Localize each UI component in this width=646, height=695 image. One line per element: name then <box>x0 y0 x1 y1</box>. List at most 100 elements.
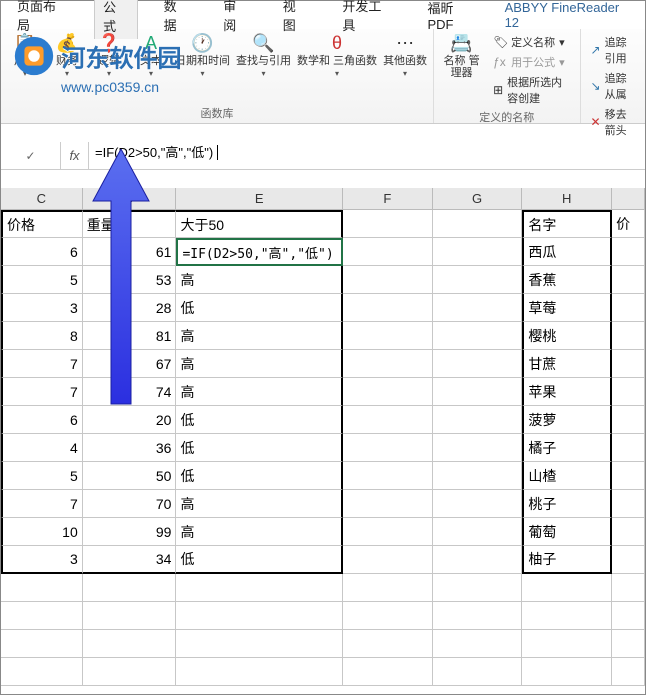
cell[interactable] <box>612 294 645 322</box>
cell[interactable]: 低 <box>176 462 342 490</box>
cell[interactable] <box>433 210 523 238</box>
cell[interactable]: 74 <box>83 378 177 406</box>
btn-name-manager[interactable]: 📇名称 管理器 <box>440 33 483 79</box>
cell[interactable]: 大于50 <box>176 210 342 238</box>
cell[interactable] <box>343 350 433 378</box>
cell[interactable] <box>612 546 645 574</box>
btn-math[interactable]: θ数学和 三角函数▾ <box>297 33 377 78</box>
cell[interactable] <box>343 406 433 434</box>
cell[interactable] <box>522 574 612 602</box>
cell[interactable] <box>83 630 177 658</box>
cell[interactable] <box>343 238 433 266</box>
cell[interactable]: 6 <box>1 406 83 434</box>
cell[interactable]: 67 <box>83 350 177 378</box>
cell[interactable] <box>612 630 645 658</box>
cell[interactable]: 36 <box>83 434 177 462</box>
cell[interactable]: 樱桃 <box>522 322 612 350</box>
cell[interactable]: 50 <box>83 462 177 490</box>
cell[interactable] <box>433 630 523 658</box>
cell[interactable] <box>343 518 433 546</box>
cell[interactable]: 5 <box>1 462 83 490</box>
cell[interactable] <box>1 658 83 686</box>
cell[interactable]: 西瓜 <box>522 238 612 266</box>
col-header-C[interactable]: C <box>1 188 83 210</box>
cell[interactable]: 高 <box>176 518 342 546</box>
cell[interactable] <box>343 210 433 238</box>
cell[interactable] <box>612 602 645 630</box>
cell[interactable] <box>522 630 612 658</box>
cell[interactable] <box>176 658 342 686</box>
cell[interactable] <box>433 238 523 266</box>
cell-editing[interactable]: =IF(D2>50,"高","低") <box>176 238 342 266</box>
cell[interactable]: 价 <box>612 210 645 238</box>
cell[interactable] <box>612 406 645 434</box>
cell[interactable]: 名字 <box>522 210 612 238</box>
cell[interactable] <box>343 322 433 350</box>
cell[interactable] <box>612 518 645 546</box>
col-header-G[interactable]: G <box>433 188 523 210</box>
cell[interactable]: 重量 <box>83 210 177 238</box>
cell[interactable]: 低 <box>176 294 342 322</box>
spreadsheet-grid[interactable]: C D E F G H 价格重量大于50名字价661=IF(D2>50,"高",… <box>1 188 645 686</box>
cell[interactable] <box>176 630 342 658</box>
cell[interactable]: 6 <box>1 238 83 266</box>
cell[interactable] <box>1 630 83 658</box>
cell[interactable] <box>83 658 177 686</box>
btn-remove-arrows[interactable]: ✕移去箭头 <box>587 105 639 139</box>
cell[interactable]: 高 <box>176 490 342 518</box>
cell[interactable] <box>83 602 177 630</box>
btn-text[interactable]: A文本▾ <box>133 33 169 78</box>
cell[interactable] <box>612 322 645 350</box>
cell[interactable]: 香蕉 <box>522 266 612 294</box>
col-header-E[interactable]: E <box>176 188 342 210</box>
cell[interactable]: 桃子 <box>522 490 612 518</box>
cell[interactable] <box>612 658 645 686</box>
cell[interactable] <box>433 574 523 602</box>
cell[interactable] <box>612 434 645 462</box>
cell[interactable] <box>433 378 523 406</box>
btn-financial[interactable]: 💰财务▾ <box>49 33 85 78</box>
cell[interactable]: 20 <box>83 406 177 434</box>
cell[interactable] <box>1 602 83 630</box>
btn-use-in-formula[interactable]: ƒx用于公式 ▾ <box>489 53 573 71</box>
cell[interactable] <box>433 658 523 686</box>
cell[interactable] <box>612 462 645 490</box>
cell[interactable]: 高 <box>176 378 342 406</box>
cell[interactable]: 价格 <box>1 210 83 238</box>
cell[interactable]: 81 <box>83 322 177 350</box>
cell[interactable]: 34 <box>83 546 177 574</box>
cell[interactable]: 葡萄 <box>522 518 612 546</box>
cell[interactable] <box>522 602 612 630</box>
cell[interactable]: 山楂 <box>522 462 612 490</box>
cell[interactable] <box>343 574 433 602</box>
cell[interactable] <box>522 658 612 686</box>
btn-recently-used[interactable]: 📋用的▾ <box>7 33 43 78</box>
cell[interactable] <box>343 658 433 686</box>
cell[interactable]: 高 <box>176 266 342 294</box>
cell[interactable]: 柚子 <box>522 546 612 574</box>
cell[interactable]: 3 <box>1 546 83 574</box>
cell[interactable]: 28 <box>83 294 177 322</box>
cell[interactable] <box>612 350 645 378</box>
cell[interactable]: 7 <box>1 378 83 406</box>
cell[interactable] <box>433 322 523 350</box>
cell[interactable] <box>433 518 523 546</box>
cell[interactable]: 低 <box>176 546 342 574</box>
cell[interactable] <box>83 574 177 602</box>
cell[interactable]: 10 <box>1 518 83 546</box>
cell[interactable] <box>343 462 433 490</box>
formula-input[interactable]: =IF(D2>50,"高","低") <box>89 142 645 169</box>
cell[interactable]: 70 <box>83 490 177 518</box>
cell[interactable]: 8 <box>1 322 83 350</box>
cell[interactable] <box>343 378 433 406</box>
btn-morefuncs[interactable]: ⋯其他函数▾ <box>383 33 427 78</box>
cell[interactable] <box>612 490 645 518</box>
cell[interactable] <box>433 490 523 518</box>
cell[interactable] <box>1 574 83 602</box>
cell[interactable] <box>433 294 523 322</box>
cell[interactable] <box>433 350 523 378</box>
cell[interactable] <box>343 546 433 574</box>
btn-logical[interactable]: ❓逻辑▾ <box>91 33 127 78</box>
cell[interactable] <box>612 378 645 406</box>
cell[interactable] <box>343 434 433 462</box>
